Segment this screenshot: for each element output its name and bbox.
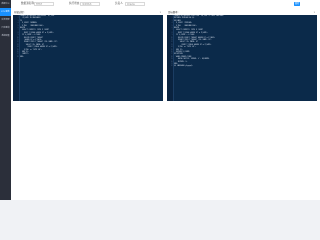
sidebar-item-label: 任务管理 [1, 19, 10, 21]
code-line: END; [20, 56, 24, 58]
filter-bar: 数据源名称 TEST 执行状态 全部状态 负责人 Oracle 搜索 [11, 0, 320, 10]
sidebar-item-etl[interactable]: ETL 服务 [0, 8, 11, 16]
sidebar-item-tasks[interactable]: 任务管理 [0, 16, 11, 24]
main-content: 存储过程: ▾ 目标脚本: ▾ 1 CREATE OR REPLACE PROCE… [11, 10, 320, 200]
sidebar-item-label: 数据中心 [1, 3, 10, 5]
status-filter-select[interactable]: 全部状态 [80, 2, 100, 6]
status-filter-label: 执行状态 [69, 2, 80, 5]
name-filter-input[interactable]: TEST [34, 2, 54, 6]
code-line: $$ LANGUAGE plpgsql; [174, 66, 194, 68]
target-code-editor[interactable]: 1 CREATE OR REPLACE FUNCTION "FN_SYNC"(P_… [167, 15, 317, 101]
source-code-editor[interactable]: 1 CREATE OR REPLACE PROCEDURE "SP_SYNC" 2 … [13, 15, 163, 101]
code-line: (P_DATE IN VARCHAR2) [20, 18, 42, 20]
owner-filter-label: 负责人 [115, 2, 123, 5]
sidebar-item-data-center[interactable]: 数据中心 [0, 0, 11, 8]
line-number: 22 [170, 66, 173, 68]
line-number: 18 [16, 56, 19, 58]
sidebar-item-settings[interactable]: 系统配置 [0, 32, 11, 40]
name-filter-label: 数据源名称 [21, 2, 34, 5]
sidebar-item-logs[interactable]: 日志查询 [0, 24, 11, 32]
sidebar: 数据中心 ETL 服务 任务管理 日志查询 系统配置 [0, 0, 11, 200]
sidebar-item-label: 系统配置 [1, 35, 10, 37]
sidebar-item-label: ETL 服务 [1, 11, 10, 13]
search-button[interactable]: 搜索 [294, 2, 300, 6]
owner-filter-input[interactable]: Oracle [125, 2, 145, 6]
sidebar-item-label: 日志查询 [1, 27, 10, 29]
